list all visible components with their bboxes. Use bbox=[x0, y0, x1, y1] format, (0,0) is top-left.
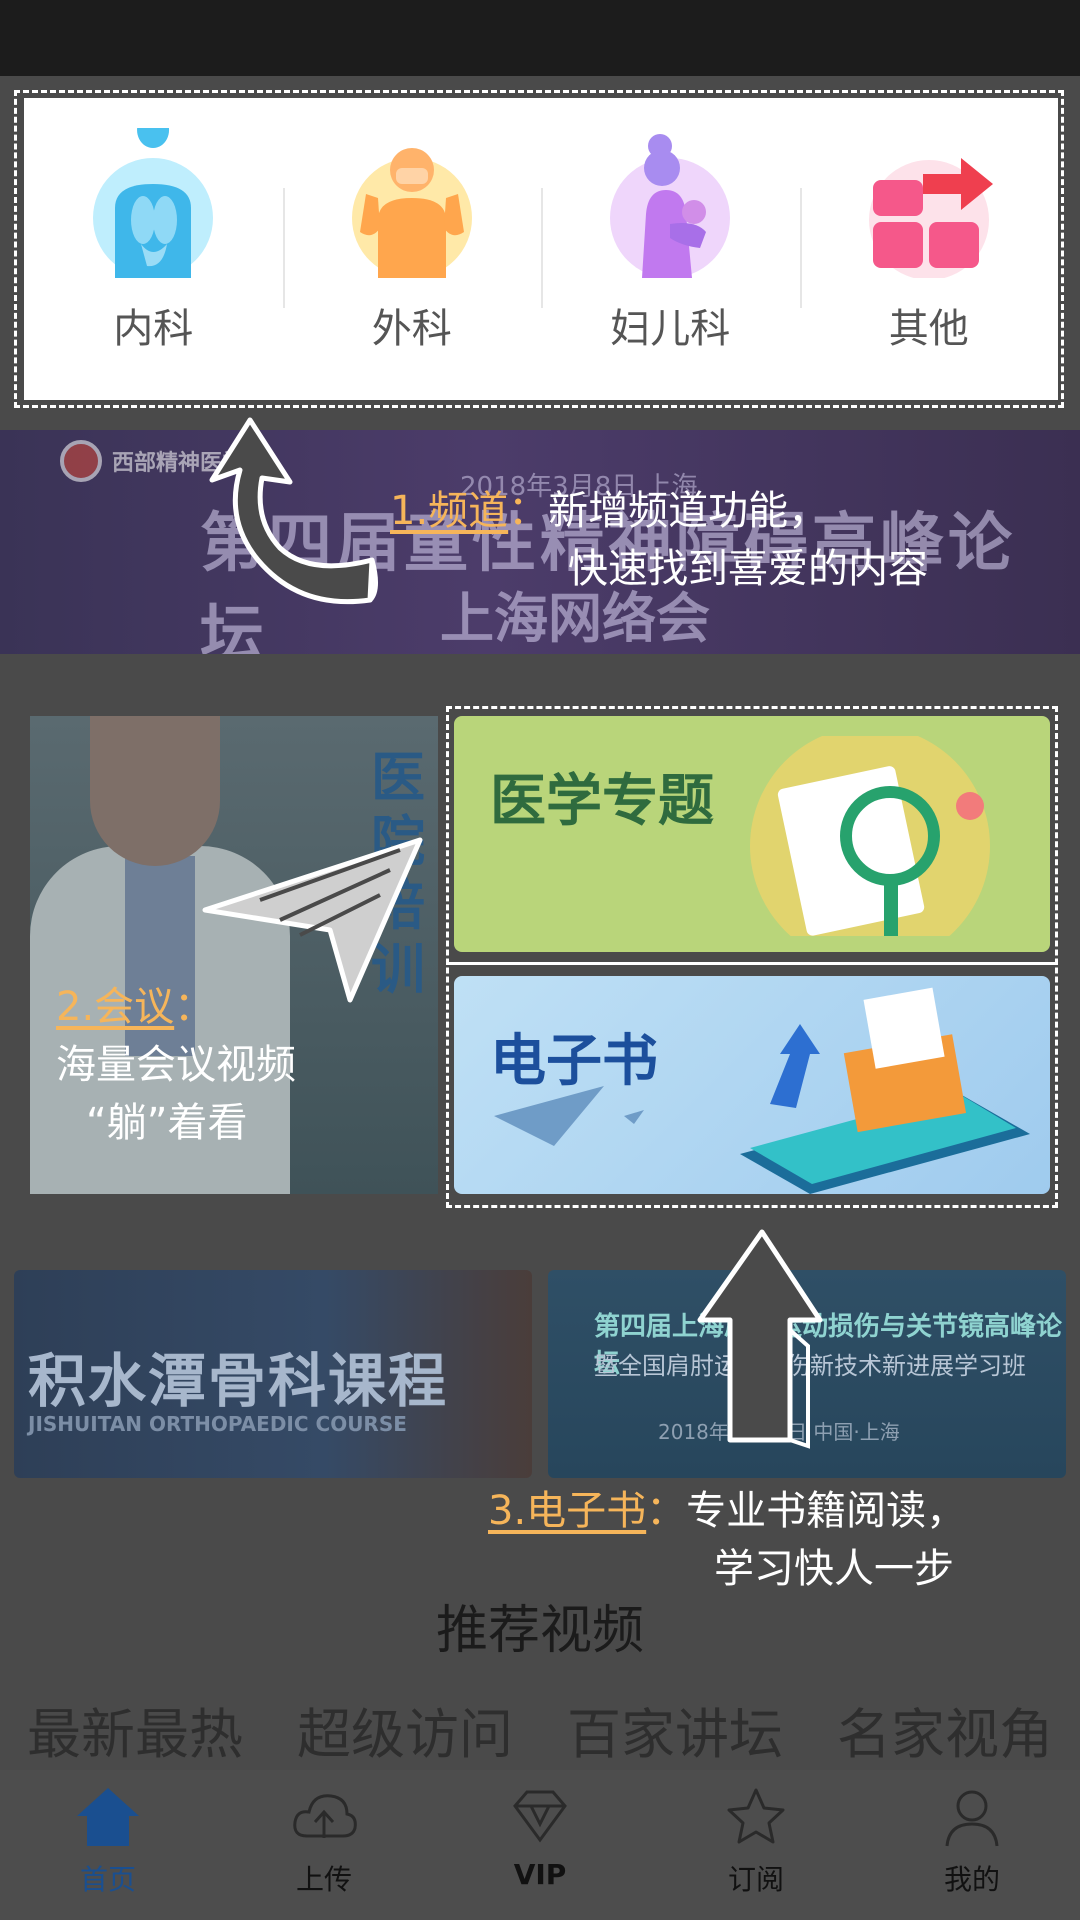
channel-internal-medicine[interactable]: 内科 bbox=[24, 98, 283, 400]
nav-label: 我的 bbox=[943, 1863, 1000, 1896]
surgery-icon bbox=[351, 148, 472, 278]
tab-lecture-room[interactable]: 百家讲坛 bbox=[567, 1690, 783, 1769]
status-bar bbox=[0, 0, 1080, 76]
nav-home[interactable]: 首页 bbox=[0, 1770, 216, 1920]
home-icon bbox=[77, 1788, 139, 1846]
banner-organizer: 西部精神医学 bbox=[60, 440, 244, 482]
ebook-card[interactable]: 电子书 bbox=[454, 976, 1050, 1194]
nav-vip[interactable]: VIP bbox=[432, 1770, 648, 1920]
annotation-meeting-line1: 海量会议视频 bbox=[56, 1042, 296, 1088]
banner-organizer-name: 西部精神医学 bbox=[112, 451, 245, 476]
recommended-title: 推荐视频 bbox=[435, 1601, 644, 1661]
tab-expert-view[interactable]: 名家视角 bbox=[837, 1690, 1053, 1769]
course-title: 积水潭骨科课程 bbox=[28, 1347, 449, 1415]
channel-gynecology-pediatrics[interactable]: 妇儿科 bbox=[541, 98, 800, 400]
organizer-logo bbox=[60, 440, 102, 482]
nav-upload[interactable]: 上传 bbox=[216, 1770, 432, 1920]
medical-topic-card[interactable]: 医学专题 bbox=[454, 716, 1050, 952]
annotation-ebook-line1: 专业书籍阅读， bbox=[686, 1488, 967, 1534]
shoulder-forum-banner[interactable]: 第四届上海肩肘运动损伤与关节镜高峰论坛 暨全国肩肘运动损伤新技术新进展学习班 2… bbox=[548, 1270, 1066, 1478]
annotation-meeting: 2.会议： 海量会议视频 “躺”着看 bbox=[56, 978, 296, 1152]
channel-label: 内科 bbox=[113, 306, 194, 352]
nav-label: VIP bbox=[513, 1858, 567, 1891]
diamond-icon bbox=[513, 1790, 567, 1843]
nav-label: 上传 bbox=[295, 1863, 352, 1896]
annotation-colon: ： bbox=[174, 984, 215, 1030]
channel-label: 其他 bbox=[888, 306, 969, 352]
annotation-ebook-key: 3.电子书 bbox=[488, 1488, 647, 1534]
conference-vertical-text: 医院培训 bbox=[371, 746, 425, 1001]
medical-topic-label: 医学专题 bbox=[490, 769, 714, 834]
annotation-colon: ： bbox=[508, 488, 549, 534]
other-icon bbox=[868, 158, 993, 278]
course-subtitle: JISHUITAN ORTHOPAEDIC COURSE bbox=[28, 1412, 407, 1436]
recommended-tabs: 最新最热 超级访问 百家讲坛 名家视角 bbox=[0, 1690, 1080, 1769]
channel-surgery[interactable]: 外科 bbox=[282, 98, 542, 400]
forum-date: 2018年5月28日 中国·上海 bbox=[658, 1420, 900, 1444]
upload-cloud-icon bbox=[293, 1794, 357, 1838]
channel-label: 妇儿科 bbox=[610, 306, 731, 352]
tab-latest-hottest[interactable]: 最新最热 bbox=[27, 1690, 243, 1769]
annotation-channel-key: 1.频道 bbox=[390, 488, 509, 534]
annotation-channel-line2: 快速找到喜爱的内容 bbox=[568, 546, 928, 592]
doctor-head bbox=[90, 716, 220, 866]
nav-label: 首页 bbox=[79, 1863, 136, 1896]
annotation-colon: ： bbox=[646, 1488, 687, 1534]
channel-label: 外科 bbox=[371, 306, 452, 352]
annotation-channel-line1: 新增频道功能， bbox=[548, 488, 829, 534]
tab-super-interview[interactable]: 超级访问 bbox=[297, 1690, 513, 1769]
paper-plane-icon bbox=[494, 1086, 644, 1146]
forum-subtitle: 暨全国肩肘运动损伤新技术新进展学习班 bbox=[594, 1352, 1026, 1380]
annotation-meeting-key: 2.会议 bbox=[56, 984, 175, 1030]
annotation-meeting-line2: “躺”着看 bbox=[86, 1100, 248, 1146]
internal-medicine-icon bbox=[93, 128, 214, 278]
user-icon bbox=[945, 1790, 999, 1847]
ebook-phone-icon bbox=[740, 987, 1030, 1194]
channel-other[interactable]: 其他 bbox=[799, 98, 1059, 400]
orthopaedic-course-banner[interactable]: 积水潭骨科课程 JISHUITAN ORTHOPAEDIC COURSE bbox=[14, 1270, 532, 1478]
annotation-ebook: 3.电子书：专业书籍阅读， 学习快人一步 bbox=[488, 1482, 966, 1598]
nav-subscribe[interactable]: 订阅 bbox=[648, 1770, 864, 1920]
star-icon bbox=[727, 1788, 785, 1844]
channel-card: 内科 外科 妇儿科 其他 bbox=[24, 98, 1058, 400]
nav-mine[interactable]: 我的 bbox=[864, 1770, 1080, 1920]
gynecology-pediatrics-icon bbox=[610, 134, 731, 278]
search-document-icon bbox=[750, 736, 990, 936]
bottom-nav: 首页 上传 VIP 订阅 我的 bbox=[0, 1770, 1080, 1920]
annotation-channel: 1.频道：新增频道功能， 快速找到喜爱的内容 bbox=[390, 482, 928, 598]
annotation-ebook-line2: 学习快人一步 bbox=[714, 1546, 954, 1592]
topic-divider bbox=[446, 962, 1058, 965]
nav-label: 订阅 bbox=[727, 1863, 784, 1896]
